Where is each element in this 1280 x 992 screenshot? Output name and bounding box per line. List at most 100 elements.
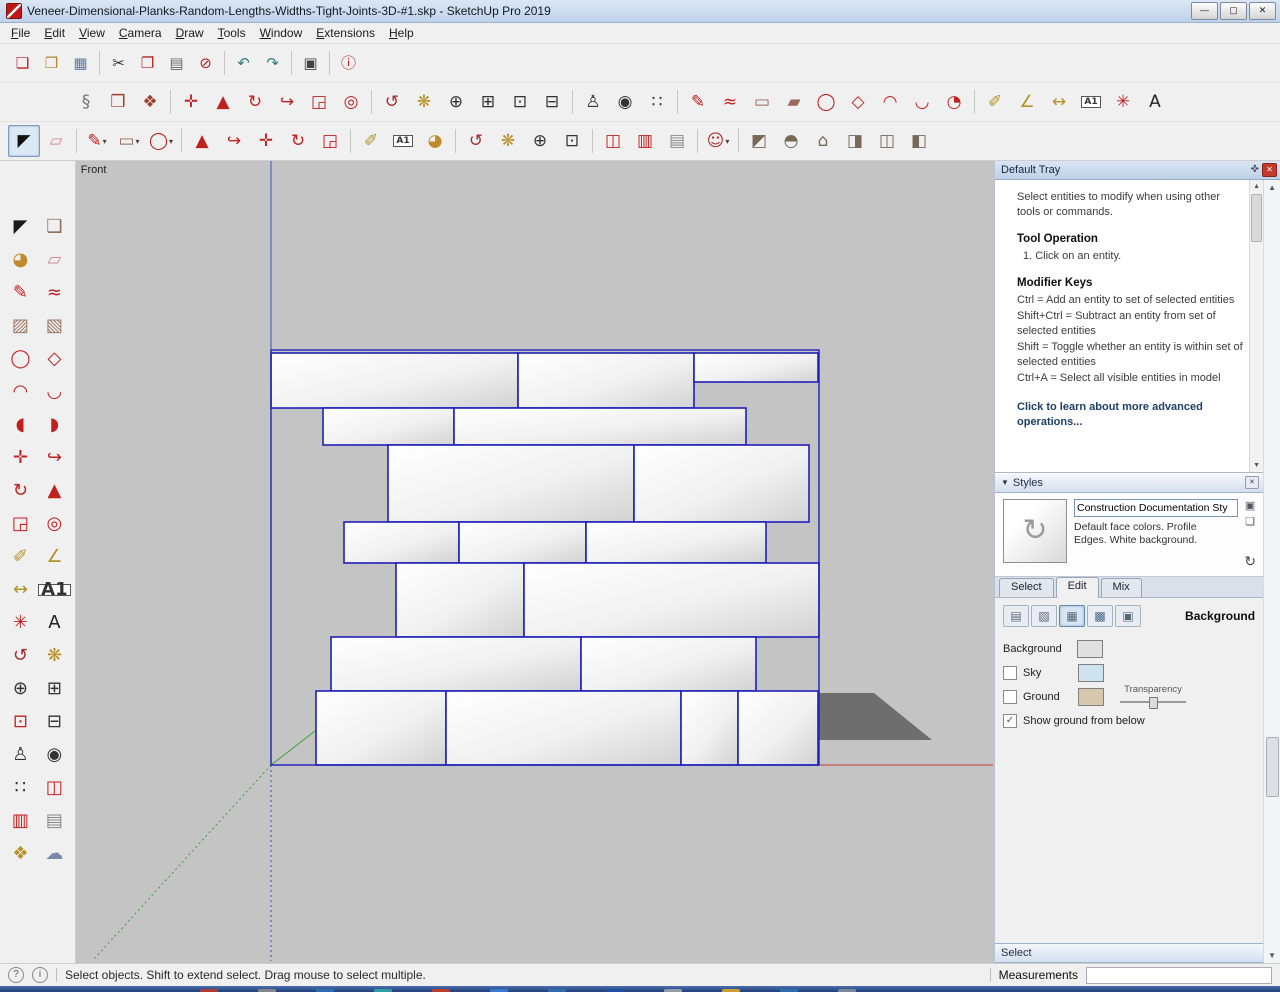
drape-button[interactable]: ❒ [102,86,134,118]
tray-scroll-down-icon[interactable]: ▼ [1268,948,1276,963]
transparency-thumb[interactable] [1149,697,1158,709]
three-point-arc-button[interactable]: ◗ [38,409,70,441]
text-button[interactable]: A1 [1075,86,1107,118]
rotated-rectangle-button[interactable]: ▧ [38,310,70,342]
plank[interactable] [694,353,818,382]
orbit-button[interactable]: ↺ [4,640,36,672]
ground-checkbox[interactable] [1003,690,1017,704]
axes-button[interactable]: ✳ [4,607,36,639]
plank[interactable] [446,691,681,765]
tray-close-button[interactable]: ✕ [1262,163,1277,177]
protractor-button[interactable]: ∠ [38,541,70,573]
tray-header[interactable]: Default Tray ✜ ✕ [995,161,1280,180]
plank[interactable] [344,522,459,563]
paste-button[interactable]: ▤ [162,48,191,78]
3d-text-button[interactable]: A [38,607,70,639]
position-camera-button[interactable]: ♙ [4,739,36,771]
maximize-button[interactable]: ▢ [1220,2,1247,20]
tab-select[interactable]: Select [999,578,1054,597]
section-plane-button[interactable]: ◫ [38,772,70,804]
tray-scrollbar[interactable]: ▲ ▼ [1263,180,1280,963]
walk-button[interactable]: ∷ [4,772,36,804]
eraser-button[interactable]: ▱ [40,125,72,157]
tape-measure-button[interactable]: ✐ [355,125,387,157]
plank[interactable] [316,691,446,765]
line-button[interactable]: ✎ [682,86,714,118]
menu-file[interactable]: File [4,24,37,42]
tray-scroll-up-icon[interactable]: ▲ [1268,180,1276,195]
line-button[interactable]: ✎▾ [81,125,113,157]
plank[interactable] [518,353,694,408]
scrollbar-thumb[interactable] [1251,194,1262,242]
styles-section-header[interactable]: ▼ Styles ✕ [995,473,1263,493]
freehand-button[interactable]: ≈ [714,86,746,118]
cut-button[interactable]: ✂ [104,48,133,78]
zoom-button[interactable]: ⊕ [440,86,472,118]
rectangle-button[interactable]: ▭ [746,86,778,118]
dropdown-arrow-icon[interactable]: ▾ [169,137,173,146]
undo-button[interactable]: ↶ [229,48,258,78]
ground-color-swatch[interactable] [1078,688,1104,706]
zoom-extents-button[interactable]: ⊡ [4,706,36,738]
scale-button[interactable]: ◲ [303,86,335,118]
share-model-button[interactable]: ☺▾ [702,125,734,157]
polygon-button[interactable]: ◇ [38,343,70,375]
arc-button[interactable]: ◠ [874,86,906,118]
display-secondary-pane-icon[interactable]: ▣ [1245,499,1255,512]
zoom-previous-button[interactable]: ⊟ [38,706,70,738]
menu-extensions[interactable]: Extensions [309,24,382,42]
plank[interactable] [634,445,809,522]
new-button[interactable]: ❏ [8,48,37,78]
save-button[interactable]: ▦ [66,48,95,78]
plank[interactable] [738,691,818,765]
view-back-button[interactable]: ◫ [871,125,903,157]
menu-window[interactable]: Window [253,24,310,42]
push-pull-button[interactable]: ▲ [186,125,218,157]
plank[interactable] [581,637,756,691]
instructor-scrollbar[interactable]: ▲ ▼ [1249,180,1263,472]
learn-more-link[interactable]: Click to learn about more advanced opera… [1017,400,1245,430]
plank[interactable] [388,445,634,522]
3d-text-button[interactable]: A [1139,86,1171,118]
shapes-button[interactable]: ▭▾ [113,125,145,157]
rotate-button[interactable]: ↻ [282,125,314,157]
tab-mix[interactable]: Mix [1101,578,1142,597]
sky-checkbox[interactable] [1003,666,1017,680]
plank[interactable] [454,408,746,445]
shadows-button[interactable]: ❖ [4,838,36,870]
rectangle-button[interactable]: ▨ [4,310,36,342]
polygon-button[interactable]: ◇ [842,86,874,118]
background-settings-button[interactable]: ▦ [1059,605,1085,627]
collapse-icon[interactable]: ▼ [1001,478,1009,487]
view-front-button[interactable]: ⌂ [807,125,839,157]
move-button[interactable]: ✛ [4,442,36,474]
paint-bucket-button[interactable]: ◕ [4,244,36,276]
scroll-down-icon[interactable]: ▼ [1253,459,1260,472]
circle-button[interactable]: ◯▾ [145,125,177,157]
watermark-settings-button[interactable]: ▩ [1087,605,1113,627]
plank[interactable] [396,563,524,637]
print-button[interactable]: ▣ [296,48,325,78]
follow-me-button[interactable]: ↪ [218,125,250,157]
menu-help[interactable]: Help [382,24,421,42]
orbit-button[interactable]: ↺ [460,125,492,157]
select-section-header[interactable]: Select [995,943,1263,963]
tape-measure-button[interactable]: ✐ [979,86,1011,118]
zoom-window-button[interactable]: ⊞ [38,673,70,705]
menu-edit[interactable]: Edit [37,24,72,42]
dropdown-arrow-icon[interactable]: ▾ [725,137,729,146]
help-icon[interactable]: ? [8,967,24,983]
circle-button[interactable]: ◯ [810,86,842,118]
pin-icon[interactable]: ✜ [1251,164,1259,175]
two-point-arc-button[interactable]: ◡ [906,86,938,118]
transparency-slider[interactable] [1120,697,1186,707]
tray-scroll-thumb[interactable] [1266,737,1279,797]
move-button[interactable]: ✛ [175,86,207,118]
text-button[interactable]: A1 [38,574,70,606]
plank[interactable] [323,408,454,445]
sky-color-swatch[interactable] [1078,664,1104,682]
plank[interactable] [681,691,738,765]
section-fill-button[interactable]: ▥ [629,125,661,157]
follow-me-button[interactable]: ↪ [271,86,303,118]
pan-button[interactable]: ❋ [38,640,70,672]
